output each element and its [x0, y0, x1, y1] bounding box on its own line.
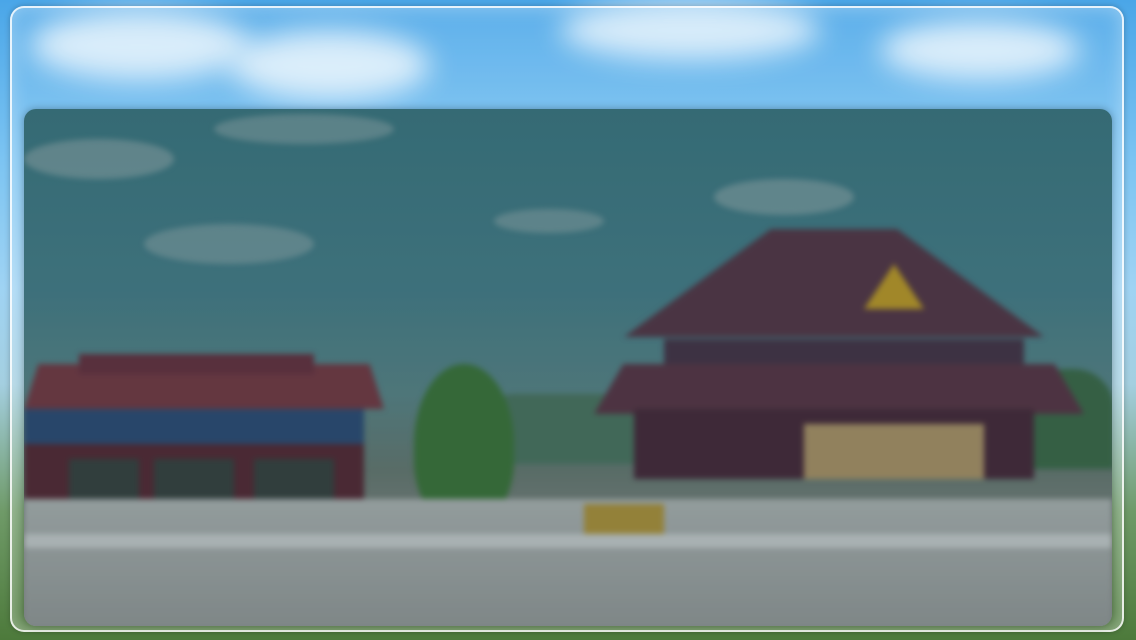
game-background: [0, 0, 1136, 640]
loading-panel: [24, 109, 1112, 626]
panel-tint: [24, 109, 1112, 626]
